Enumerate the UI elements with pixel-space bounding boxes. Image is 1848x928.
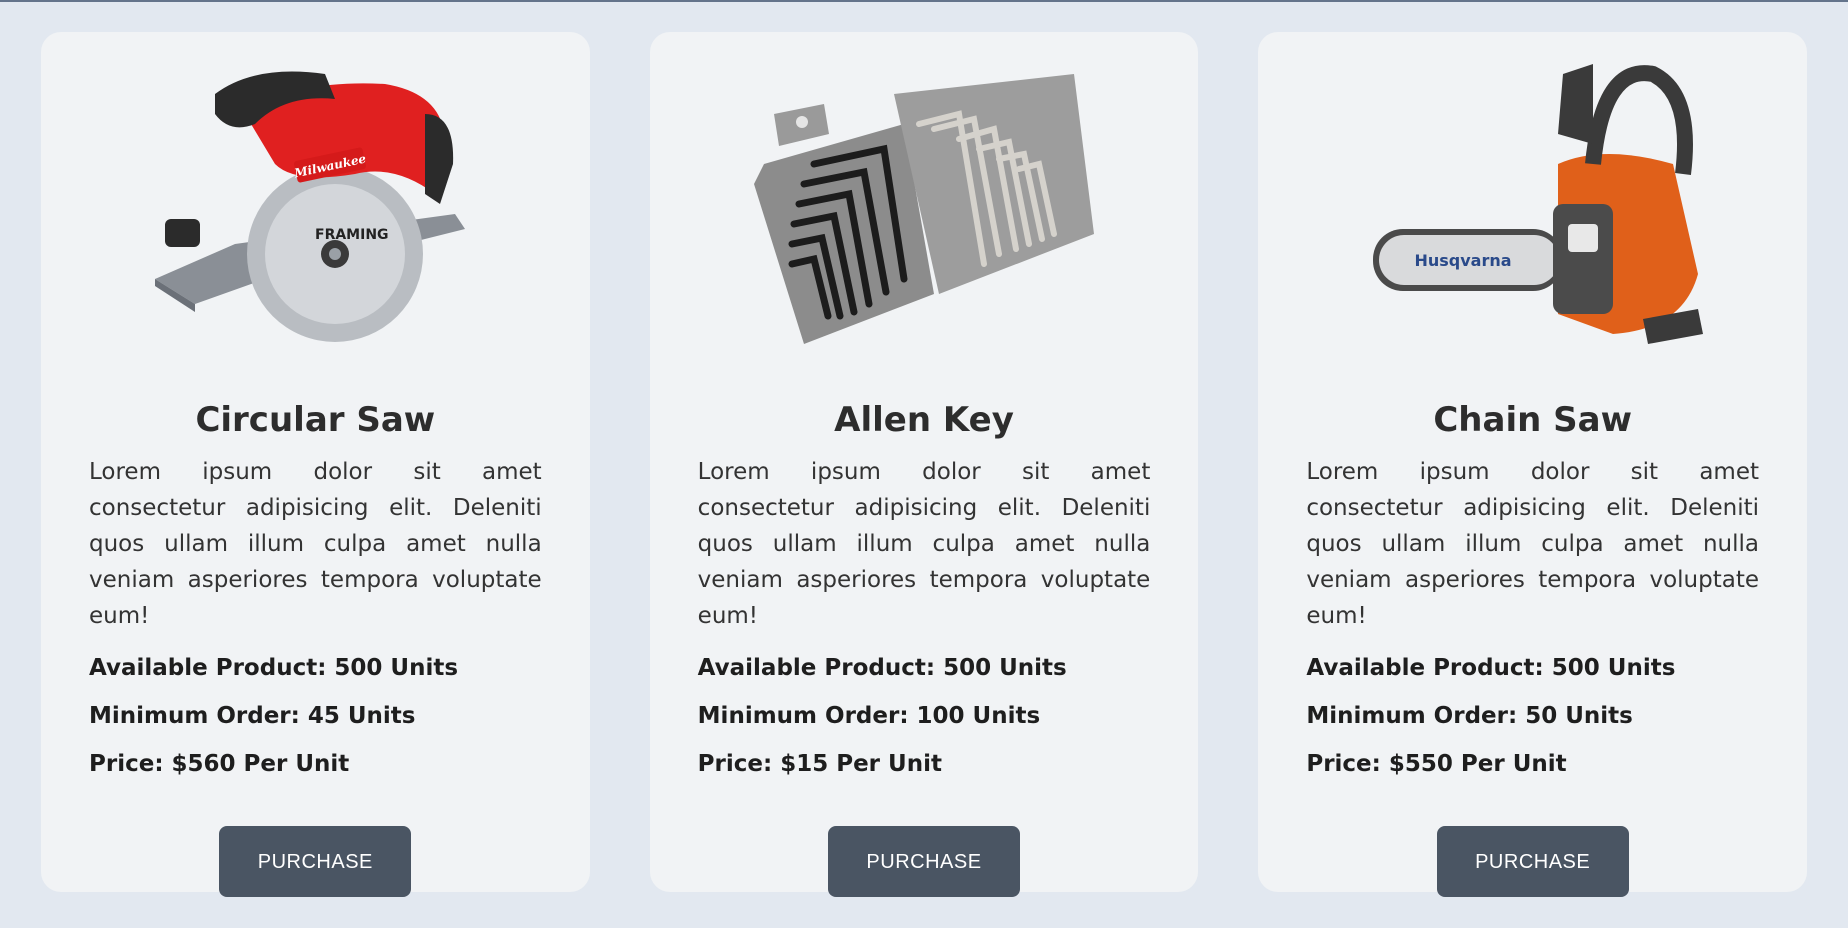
product-title: Allen Key xyxy=(834,400,1014,440)
product-grid: Milwaukee FRAMING Circular Saw Lorem ips… xyxy=(0,2,1848,897)
allen-key-set-image xyxy=(698,54,1151,354)
available-units: Available Product: 500 Units xyxy=(697,655,1067,681)
product-title: Circular Saw xyxy=(195,400,436,440)
product-description: Lorem ipsum dolor sit amet consectetur a… xyxy=(1306,459,1760,629)
product-description: Lorem ipsum dolor sit amet consectetur a… xyxy=(697,459,1151,629)
available-units: Available Product: 500 Units xyxy=(89,655,459,681)
minimum-order: Minimum Order: 100 Units xyxy=(697,703,1041,729)
svg-text:FRAMING: FRAMING xyxy=(315,227,389,243)
brand-label: Husqvarna xyxy=(1414,251,1511,270)
purchase-button[interactable]: PURCHASE xyxy=(1436,826,1629,897)
minimum-order: Minimum Order: 45 Units xyxy=(89,703,416,729)
product-card-allen-key: Allen Key Lorem ipsum dolor sit amet con… xyxy=(649,32,1199,897)
circular-saw-image: Milwaukee FRAMING xyxy=(89,54,542,354)
product-card-circular-saw: Milwaukee FRAMING Circular Saw Lorem ips… xyxy=(41,32,590,897)
available-units: Available Product: 500 Units xyxy=(1306,655,1676,681)
purchase-button[interactable]: PURCHASE xyxy=(219,826,412,897)
price: Price: $15 Per Unit xyxy=(697,751,942,777)
purchase-button[interactable]: PURCHASE xyxy=(828,826,1020,897)
product-title: Chain Saw xyxy=(1433,400,1632,440)
chainsaw-image: Husqvarna xyxy=(1306,54,1759,354)
price: Price: $560 Per Unit xyxy=(89,751,350,777)
price: Price: $550 Per Unit xyxy=(1306,751,1567,777)
product-card-chain-saw: Husqvarna Chain Saw Lorem ipsum dolor si… xyxy=(1258,32,1808,897)
minimum-order: Minimum Order: 50 Units xyxy=(1306,703,1633,729)
product-description: Lorem ipsum dolor sit amet consectetur a… xyxy=(89,459,542,629)
